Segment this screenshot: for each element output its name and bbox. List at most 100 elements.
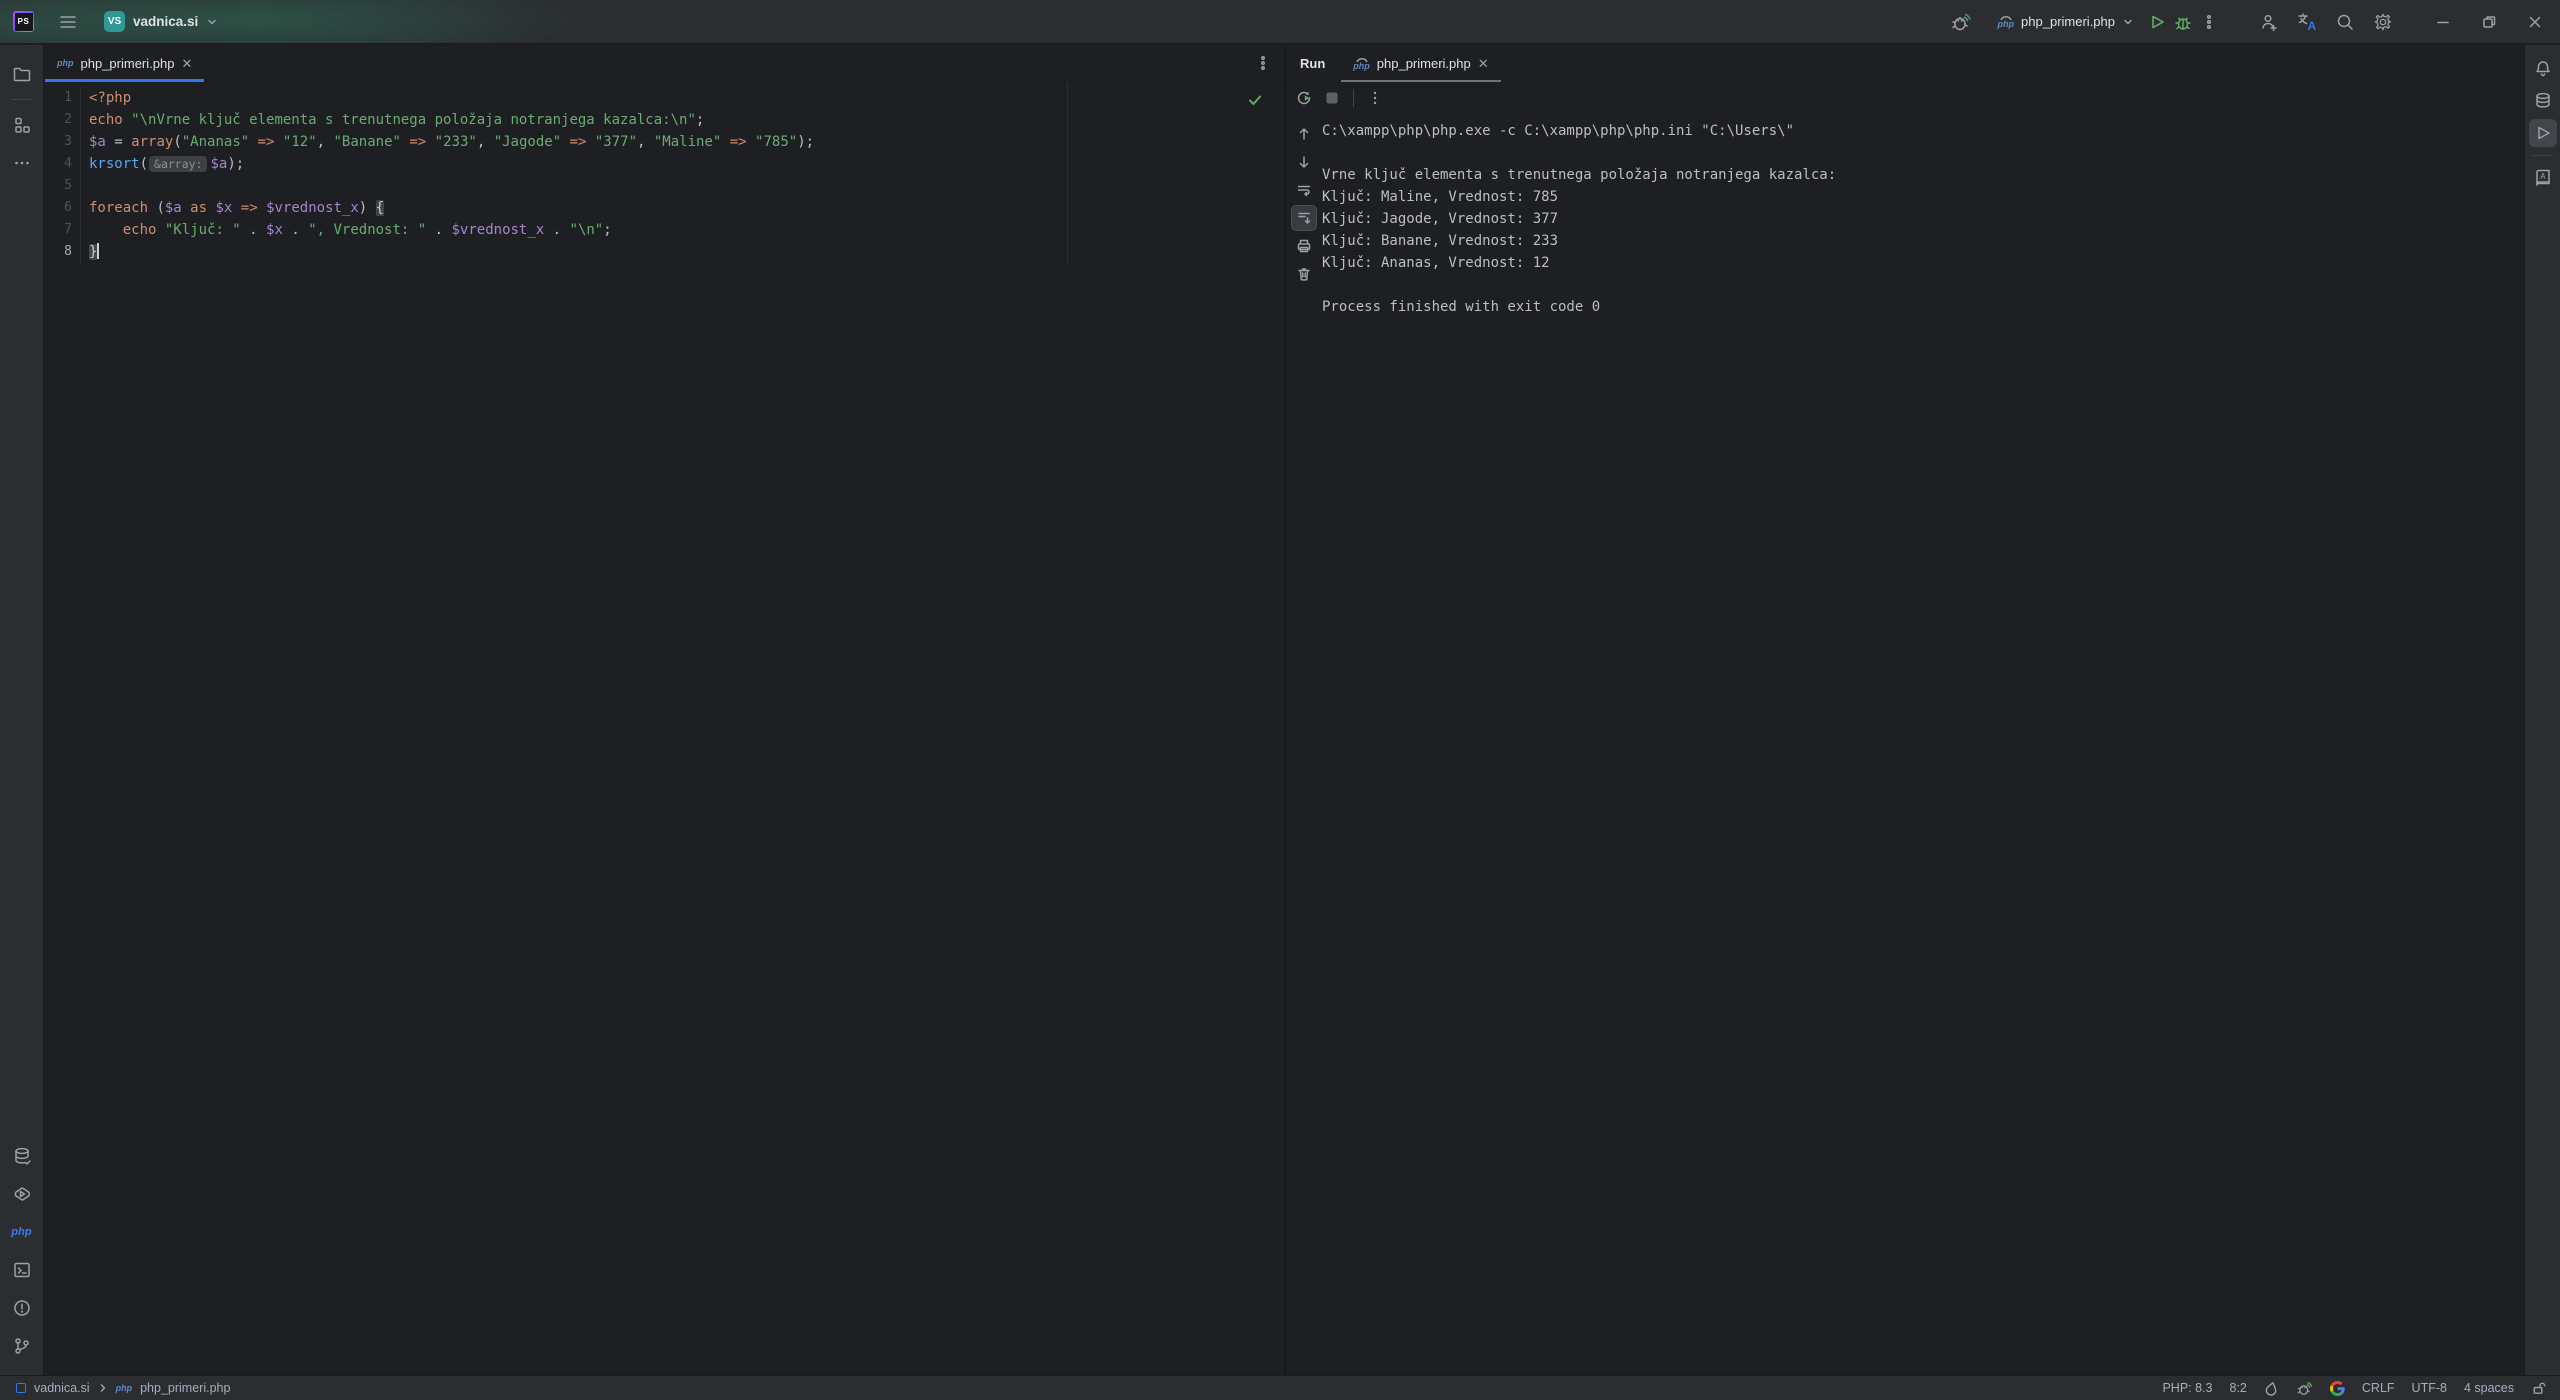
run-button[interactable] (2144, 9, 2170, 35)
clear-console-trash-button[interactable] (1292, 262, 1316, 286)
run-toolbar (1286, 82, 2523, 114)
soft-wrap-button[interactable] (1292, 178, 1316, 202)
debug-listen-status-icon[interactable] (2296, 1380, 2313, 1397)
console-line: Ključ: Maline, Vrednost: 785 (1322, 186, 2523, 208)
run-tab-php-primeri[interactable]: php php_primeri.php ✕ (1341, 45, 1500, 82)
console-output[interactable]: C:\xampp\php\php.exe -c C:\xampp\php\php… (1322, 114, 2523, 1375)
services-tool-button[interactable] (6, 1178, 38, 1210)
line-number[interactable]: 2 (45, 109, 81, 131)
version-control-tool-button[interactable] (6, 1330, 38, 1362)
code-line[interactable]: 1<?php (45, 87, 1285, 109)
run-more-options-kebab-icon[interactable] (1363, 86, 1387, 110)
notifications-bell-button[interactable] (2529, 55, 2557, 83)
console-line: Ključ: Jagode, Vrednost: 377 (1322, 208, 2523, 230)
code-editor[interactable]: 1<?php2echo "\nVrne ključ elementa s tre… (45, 82, 1285, 263)
print-button[interactable] (1292, 234, 1316, 258)
code-text: krsort(&array:$a); (81, 153, 244, 175)
encoding-widget[interactable]: UTF-8 (2412, 1381, 2447, 1395)
right-margin-guide (1067, 82, 1068, 263)
database-tool-button[interactable] (6, 1140, 38, 1172)
code-line[interactable]: 7 echo "Ključ: " . $x . ", Vrednost: " .… (45, 219, 1285, 241)
inspections-ok-check-icon[interactable] (1247, 92, 1263, 108)
breadcrumb-file[interactable]: php_primeri.php (140, 1381, 230, 1395)
indent-widget[interactable]: 4 spaces (2464, 1381, 2514, 1395)
console-line (1322, 274, 2523, 296)
code-line[interactable]: 2echo "\nVrne ključ elementa s trenutneg… (45, 109, 1285, 131)
search-icon[interactable] (2332, 9, 2358, 35)
problems-tool-button[interactable] (6, 1292, 38, 1324)
settings-gear-icon[interactable] (2370, 9, 2396, 35)
editor-tab-label: php_primeri.php (81, 56, 175, 71)
run-header: Run php php_primeri.php ✕ (1286, 45, 2523, 82)
scroll-up-button[interactable] (1292, 122, 1316, 146)
scroll-down-button[interactable] (1292, 150, 1316, 174)
editor-tab-php-primeri[interactable]: php php_primeri.php ✕ (45, 45, 204, 81)
php-label: php (11, 1226, 31, 1238)
console-line (1322, 142, 2523, 164)
code-with-me-button[interactable] (2256, 9, 2282, 35)
chevron-down-icon (206, 16, 218, 28)
rerun-button[interactable] (1292, 86, 1316, 110)
window-minimize-button[interactable] (2430, 9, 2456, 35)
text-caret (97, 243, 99, 259)
titlebar: PS VS vadnica.si (0, 0, 2560, 44)
code-line[interactable]: 3$a = array("Ananas" => "12", "Banane" =… (45, 131, 1285, 153)
main-menu-icon[interactable] (58, 12, 78, 32)
project-breadcrumb-icon (16, 1383, 26, 1393)
console-line: Ključ: Ananas, Vrednost: 12 (1322, 252, 2523, 274)
line-number[interactable]: 6 (45, 197, 81, 219)
stripe-divider (12, 99, 32, 100)
project-tool-button[interactable] (6, 58, 38, 90)
php-tool-button[interactable]: php (6, 1216, 38, 1248)
code-text: $a = array("Ananas" => "12", "Banane" =>… (81, 131, 814, 153)
scroll-to-end-button[interactable] (1292, 206, 1316, 230)
stop-button[interactable] (1320, 86, 1344, 110)
php-file-icon: php (116, 1383, 133, 1393)
phpstorm-logo-icon: PS (13, 11, 34, 32)
chevron-down-icon (2122, 16, 2134, 28)
terminal-tool-button[interactable] (6, 1254, 38, 1286)
code-line[interactable]: 8} (45, 241, 1285, 263)
structure-tool-button[interactable] (6, 109, 38, 141)
unlocked-padlock-icon[interactable] (2531, 1381, 2546, 1396)
code-text: foreach ($a as $x => $vrednost_x) { (81, 197, 384, 219)
run-panel-title[interactable]: Run (1286, 56, 1341, 71)
line-number[interactable]: 3 (45, 131, 81, 153)
chevron-right-icon (98, 1383, 108, 1393)
more-actions-button[interactable] (2196, 9, 2222, 35)
google-icon[interactable] (2330, 1381, 2345, 1396)
console-line: Vrne ključ elementa s trenutnega položaj… (1322, 164, 2523, 186)
debug-listen-button[interactable] (1948, 9, 1974, 35)
run-config-selector[interactable]: php php_primeri.php (1998, 14, 2134, 29)
console-line: Ključ: Banane, Vrednost: 233 (1322, 230, 2523, 252)
run-tool-button[interactable] (2529, 119, 2557, 147)
console-line: C:\xampp\php\php.exe -c C:\xampp\php\php… (1322, 120, 2523, 142)
line-number[interactable]: 4 (45, 153, 81, 175)
code-line[interactable]: 4krsort(&array:$a); (45, 153, 1285, 175)
more-tool-windows-button[interactable] (6, 147, 38, 179)
left-tool-stripe: php (0, 45, 44, 1375)
line-number[interactable]: 7 (45, 219, 81, 241)
tab-close-icon[interactable]: ✕ (181, 57, 192, 70)
breadcrumb: vadnica.si php php_primeri.php (16, 1381, 230, 1395)
window-restore-button[interactable] (2476, 9, 2502, 35)
line-number[interactable]: 1 (45, 87, 81, 109)
run-tab-close-icon[interactable]: ✕ (1478, 57, 1489, 70)
database-tool-button-right[interactable] (2529, 87, 2557, 115)
project-selector[interactable]: VS vadnica.si (104, 11, 218, 32)
line-number[interactable]: 5 (45, 175, 81, 197)
code-line[interactable]: 5 (45, 175, 1285, 197)
documentation-tool-button[interactable]: A (2529, 164, 2557, 192)
caret-position-widget[interactable]: 8:2 (2230, 1381, 2247, 1395)
debug-button[interactable] (2170, 9, 2196, 35)
translate-icon[interactable]: A (2294, 9, 2320, 35)
line-number[interactable]: 8 (45, 241, 81, 263)
drop-icon[interactable] (2264, 1381, 2279, 1396)
breadcrumb-project[interactable]: vadnica.si (34, 1381, 90, 1395)
editor-tab-bar: php php_primeri.php ✕ (45, 45, 1285, 82)
tab-options-kebab-icon[interactable] (1255, 55, 1271, 71)
window-close-button[interactable] (2522, 9, 2548, 35)
code-line[interactable]: 6foreach ($a as $x => $vrednost_x) { (45, 197, 1285, 219)
php-version-widget[interactable]: PHP: 8.3 (2162, 1381, 2212, 1395)
line-separator-widget[interactable]: CRLF (2362, 1381, 2395, 1395)
